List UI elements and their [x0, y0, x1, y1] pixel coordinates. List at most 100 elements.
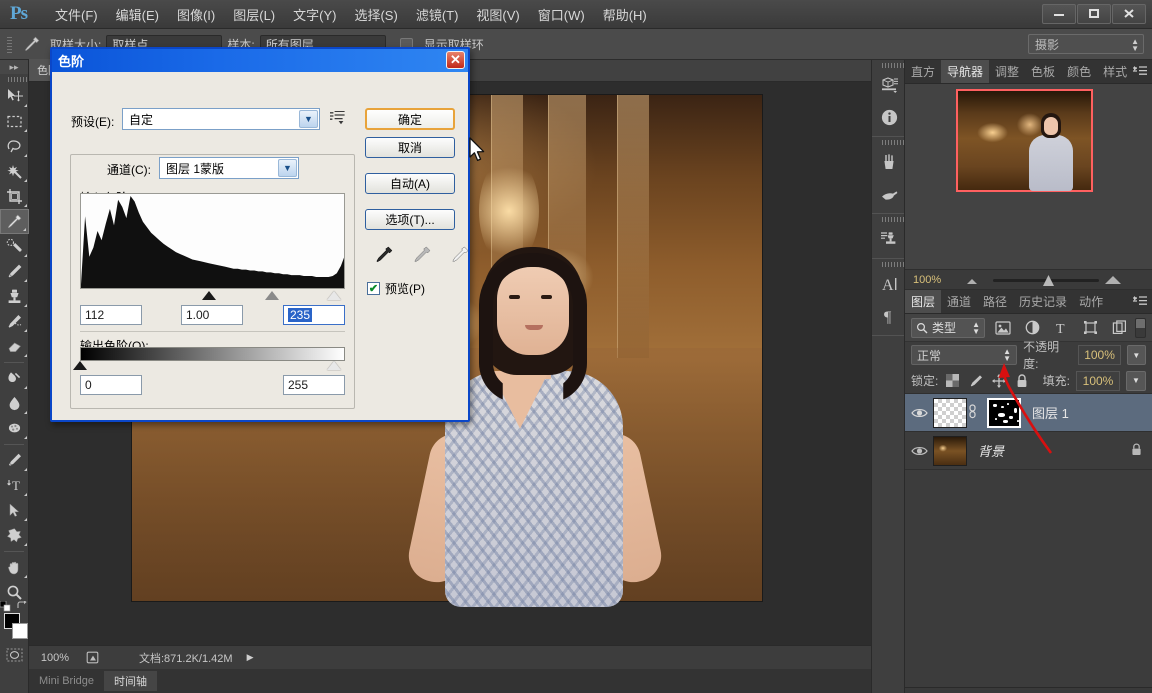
toolbar-collapse-icon[interactable]: ▸▸: [0, 60, 28, 74]
layer-name[interactable]: 图层 1: [1032, 403, 1069, 422]
shape-layer-filter-icon[interactable]: [1079, 318, 1101, 338]
tab-channels[interactable]: 通道: [941, 290, 977, 313]
tab-histogram[interactable]: 直方: [905, 60, 941, 83]
type-layer-filter-icon[interactable]: T: [1050, 318, 1072, 338]
paragraph-icon[interactable]: ¶: [872, 300, 906, 332]
tab-color[interactable]: 颜色: [1061, 60, 1097, 83]
fill-value[interactable]: 100%: [1076, 370, 1120, 391]
dock-grip-1[interactable]: [872, 60, 904, 69]
chevron-down-icon[interactable]: ▼: [278, 159, 297, 177]
move-tool[interactable]: [0, 84, 29, 109]
layers-panel-menu-icon[interactable]: [1133, 296, 1147, 310]
fill-dropdown-icon[interactable]: ▼: [1126, 370, 1146, 391]
mini-bridge-icon[interactable]: [872, 69, 906, 101]
pixel-layer-filter-icon[interactable]: [992, 318, 1014, 338]
brush-panel-icon[interactable]: [872, 178, 906, 210]
menu-filter[interactable]: 滤镜(T): [407, 1, 468, 28]
type-tool[interactable]: T: [0, 473, 29, 498]
crop-tool[interactable]: [0, 184, 29, 209]
input-white-slider[interactable]: [327, 291, 341, 300]
gradient-tool[interactable]: [0, 366, 29, 391]
character-icon[interactable]: A: [872, 268, 906, 300]
dock-grip-4[interactable]: [872, 259, 904, 268]
tab-adjustments[interactable]: 调整: [989, 60, 1025, 83]
preset-options-icon[interactable]: [330, 110, 346, 130]
menu-layer[interactable]: 图层(L): [224, 1, 284, 28]
navigator-zoom-value[interactable]: 100%: [905, 274, 963, 286]
set-gray-point-eyedropper[interactable]: [412, 244, 432, 264]
layer-visibility-icon[interactable]: [905, 407, 933, 419]
output-black-slider[interactable]: [73, 361, 87, 370]
menu-select[interactable]: 选择(S): [345, 1, 406, 28]
output-gradient-bar[interactable]: [80, 347, 345, 361]
table-row[interactable]: 图层 1: [905, 394, 1152, 432]
tab-swatches[interactable]: 色板: [1025, 60, 1061, 83]
output-white-field[interactable]: 255: [283, 375, 345, 395]
info-icon[interactable]: [872, 101, 906, 133]
hand-tool[interactable]: [0, 555, 29, 580]
dialog-title-bar[interactable]: 色阶 ✕: [52, 49, 468, 72]
opacity-dropdown-icon[interactable]: ▼: [1126, 345, 1146, 365]
options-button[interactable]: 选项(T)...: [365, 209, 455, 230]
shape-tool[interactable]: [0, 523, 29, 548]
history-brush-tool[interactable]: [0, 309, 29, 334]
smart-object-filter-icon[interactable]: [1108, 318, 1130, 338]
blur-tool[interactable]: [0, 391, 29, 416]
adjustment-layer-filter-icon[interactable]: [1021, 318, 1043, 338]
maximize-button[interactable]: [1077, 4, 1111, 24]
background-color-swatch[interactable]: [12, 623, 28, 639]
cancel-button[interactable]: 取消: [365, 137, 455, 158]
ok-button[interactable]: 确定: [365, 108, 455, 130]
lock-all-icon[interactable]: [1013, 372, 1030, 390]
levels-dialog[interactable]: 色阶 ✕ 预设(E): 自定 ▼ 通道(C): 图层 1蒙版 ▼ 112 1.0…: [50, 47, 485, 422]
tab-timeline[interactable]: 时间轴: [104, 671, 158, 691]
toolbar-grip[interactable]: [0, 74, 28, 84]
channel-select[interactable]: 图层 1蒙版 ▼: [159, 157, 299, 179]
zoom-out-icon[interactable]: [967, 279, 977, 284]
tab-paths[interactable]: 路径: [977, 290, 1013, 313]
navigator-thumbnail[interactable]: [956, 89, 1093, 192]
clone-stamp-tool[interactable]: [0, 284, 29, 309]
output-black-field[interactable]: 0: [80, 375, 142, 395]
clone-source-icon[interactable]: [872, 223, 906, 255]
layer-filter-type-select[interactable]: 类型 ▲ ▼: [911, 317, 985, 338]
tab-layers[interactable]: 图层: [905, 290, 942, 313]
menu-file[interactable]: 文件(F): [46, 1, 107, 28]
options-bar-grip[interactable]: [5, 34, 14, 54]
menu-window[interactable]: 窗口(W): [529, 1, 594, 28]
menu-type[interactable]: 文字(Y): [284, 1, 345, 28]
tab-actions[interactable]: 动作: [1073, 290, 1109, 313]
histogram[interactable]: [80, 193, 345, 289]
layer-visibility-icon[interactable]: [905, 445, 933, 457]
marquee-tool[interactable]: [0, 109, 29, 134]
layer-thumbnail[interactable]: [933, 435, 967, 466]
brush-tool[interactable]: [0, 259, 29, 284]
lock-transparent-pixels-icon[interactable]: [944, 372, 961, 390]
pen-tool[interactable]: [0, 448, 29, 473]
quick-mask-icon[interactable]: [0, 645, 29, 665]
dock-grip-2[interactable]: [872, 137, 904, 146]
mask-link-icon[interactable]: [967, 403, 977, 422]
input-white-field[interactable]: 235: [283, 305, 345, 325]
output-white-slider[interactable]: [327, 361, 341, 370]
menu-view[interactable]: 视图(V): [467, 1, 528, 28]
table-row[interactable]: 背景: [905, 432, 1152, 470]
tab-navigator[interactable]: 导航器: [941, 60, 990, 83]
set-white-point-eyedropper[interactable]: [450, 244, 470, 264]
status-zoom-value[interactable]: 100%: [29, 652, 81, 664]
tab-styles[interactable]: 样式: [1097, 60, 1133, 83]
zoom-in-icon[interactable]: [1105, 276, 1121, 284]
status-expand-arrow[interactable]: ▶: [247, 652, 254, 663]
chevron-down-icon[interactable]: ▼: [299, 110, 318, 128]
close-button[interactable]: [1112, 4, 1146, 24]
layer-mask-thumbnail[interactable]: [987, 397, 1021, 428]
opacity-value[interactable]: 100%: [1078, 345, 1121, 365]
eyedropper-tool[interactable]: [0, 209, 29, 234]
input-gamma-slider[interactable]: [265, 291, 279, 300]
navigator-panel[interactable]: [905, 84, 1152, 269]
dodge-tool[interactable]: [0, 416, 29, 441]
healing-brush-tool[interactable]: [0, 234, 29, 259]
dock-grip-3[interactable]: [872, 214, 904, 223]
path-selection-tool[interactable]: [0, 498, 29, 523]
layer-filter-toggle[interactable]: [1135, 318, 1146, 338]
